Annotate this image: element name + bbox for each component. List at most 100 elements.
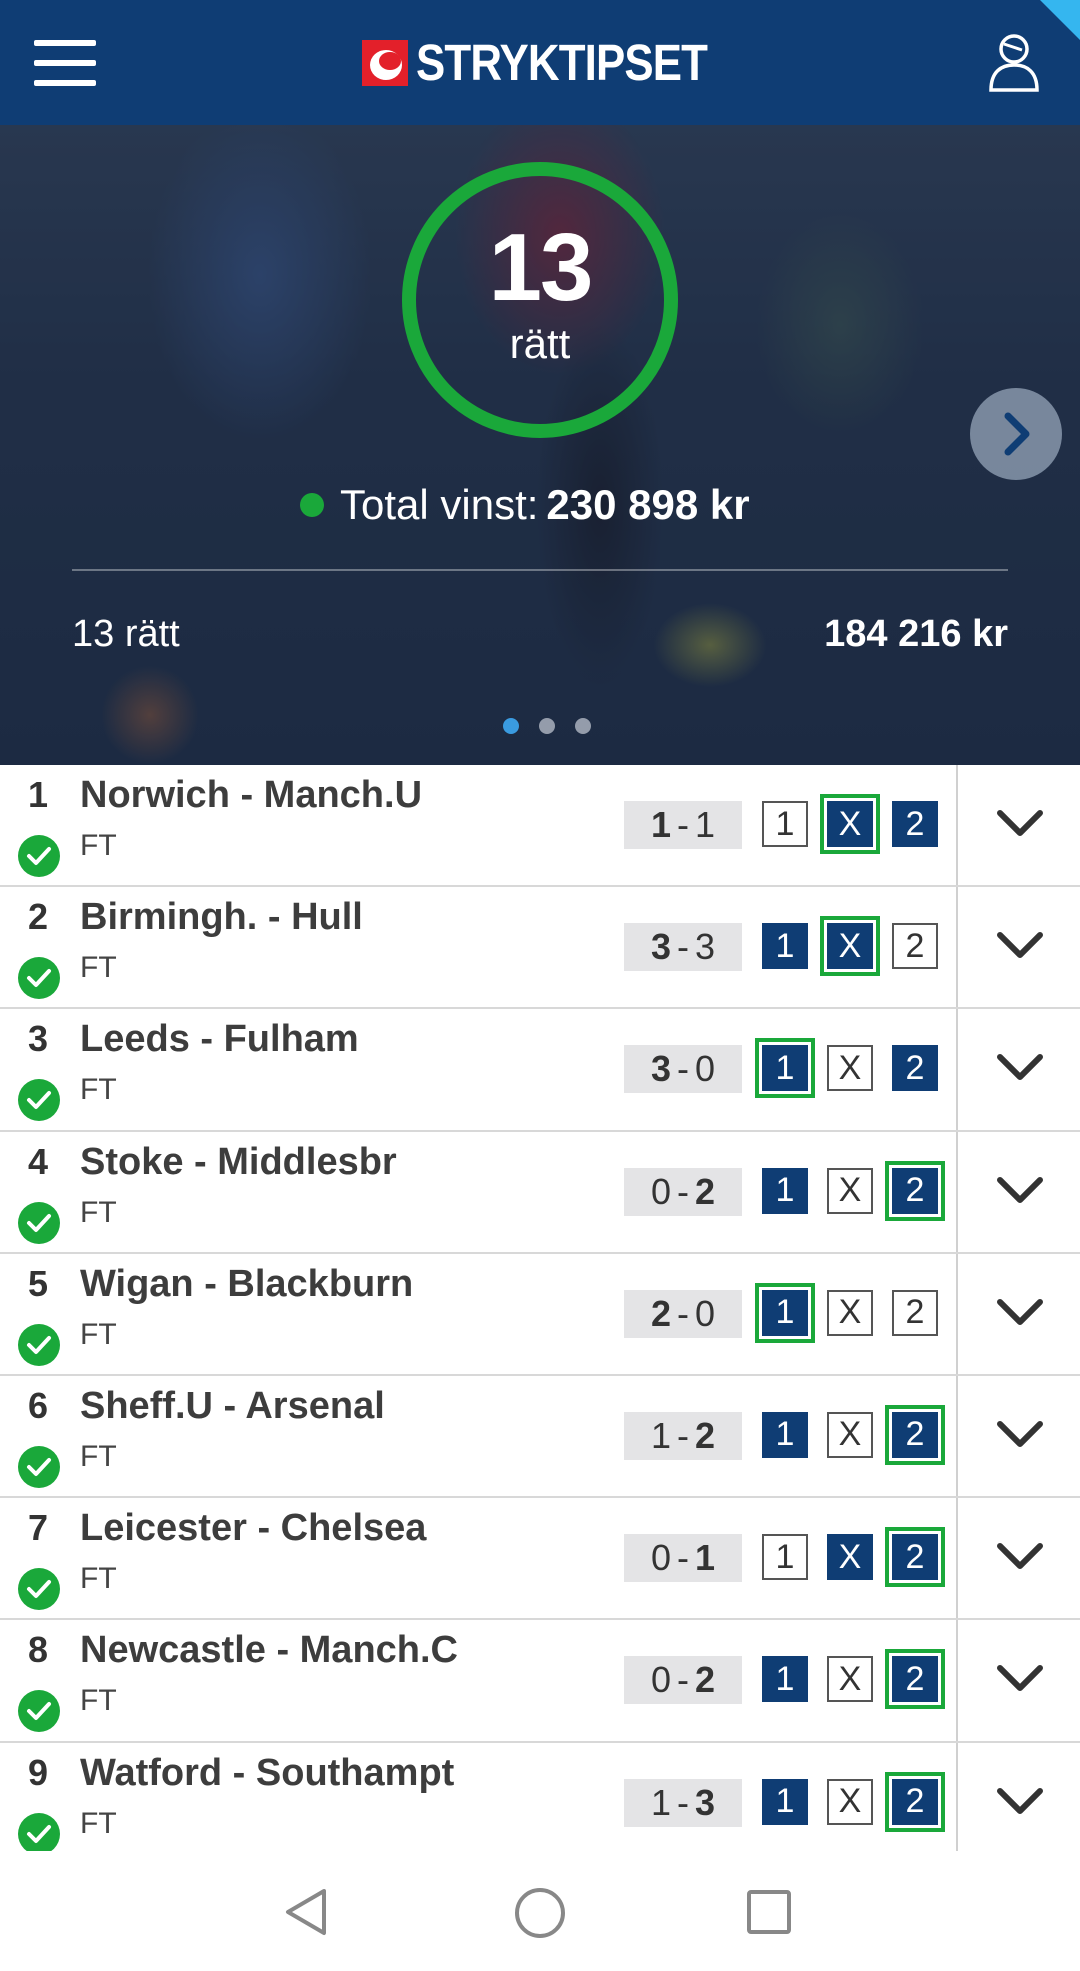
home-score: 1 (650, 1414, 671, 1456)
sign-1-box[interactable]: 1 (762, 1778, 808, 1825)
expand-button[interactable] (958, 1743, 1080, 1863)
status-dot-icon (300, 493, 324, 517)
carousel-indicator[interactable] (503, 718, 591, 734)
match-number: 4 (28, 1140, 49, 1182)
check-icon (18, 1323, 60, 1366)
away-score: 1 (695, 804, 716, 845)
sign-x-box[interactable]: X (827, 1534, 873, 1581)
back-triangle-icon[interactable] (282, 1887, 330, 1942)
match-status: FT (80, 1073, 117, 1107)
expand-button[interactable] (958, 1254, 1080, 1374)
expand-button[interactable] (958, 765, 1080, 885)
match-score: 1 - 3 (624, 1778, 742, 1827)
sign-2-box[interactable]: 2 (892, 801, 938, 847)
away-score: 3 (695, 1781, 716, 1823)
sign-x-box[interactable]: X (827, 1778, 873, 1825)
sign-1-box[interactable]: 1 (762, 1411, 808, 1458)
sign-2-box[interactable]: 2 (885, 1771, 945, 1832)
carousel-dot[interactable] (575, 718, 591, 734)
match-number: 1 (28, 774, 49, 815)
match-score: 0 - 1 (624, 1534, 742, 1583)
match-status: FT (80, 829, 117, 862)
chevron-down-icon (997, 1054, 1043, 1081)
sign-1-box[interactable]: 1 (762, 1167, 808, 1214)
sign-x-box[interactable]: X (827, 1045, 873, 1092)
user-profile-icon[interactable] (988, 32, 1040, 94)
sign-1-box[interactable]: 1 (755, 1038, 815, 1099)
total-winnings: Total vinst: 230 898 kr (300, 475, 750, 535)
sign-2-box[interactable]: 2 (892, 1045, 938, 1092)
match-row[interactable]: 8 Newcastle - Manch.C FT 0 - 2 1 X 2 (0, 1620, 1080, 1743)
sign-x-box[interactable]: X (820, 794, 880, 854)
match-row[interactable]: 6 Sheff.U - Arsenal FT 1 - 2 1 X 2 (0, 1375, 1080, 1499)
home-score: 1 (650, 1781, 671, 1823)
match-number: 5 (28, 1262, 49, 1304)
match-teams: Newcastle - Manch.C (80, 1629, 458, 1672)
sign-x-box[interactable]: X (827, 1411, 873, 1458)
sign-2-box[interactable]: 2 (892, 1289, 938, 1336)
home-score: 1 (650, 804, 671, 845)
expand-button[interactable] (958, 1376, 1080, 1496)
sign-1-box[interactable]: 1 (762, 1534, 808, 1581)
expand-button[interactable] (958, 1009, 1080, 1129)
svenska-spel-logo-icon (362, 40, 408, 86)
sign-x-box[interactable]: X (827, 1289, 873, 1336)
recents-square-icon[interactable] (746, 1889, 792, 1940)
home-score: 2 (650, 1292, 671, 1334)
sign-2-box[interactable]: 2 (892, 923, 938, 970)
match-score: 3 - 3 (624, 923, 742, 972)
stryktipset-logo[interactable]: STRYKTIPSET (362, 34, 754, 91)
logo-text: STRYKTIPSET (416, 34, 708, 91)
score-separator: - (677, 1170, 689, 1212)
match-row[interactable]: 5 Wigan - Blackburn FT 2 - 0 1 X 2 (0, 1253, 1080, 1376)
match-number: 2 (28, 896, 49, 938)
match-row[interactable]: 3 Leeds - Fulham FT 3 - 0 1 X 2 (0, 1009, 1080, 1132)
match-teams: Leicester - Chelsea (80, 1507, 427, 1550)
sign-1-box[interactable]: 1 (762, 801, 808, 847)
score-separator: - (677, 1292, 689, 1334)
match-score: 1 - 2 (624, 1411, 742, 1460)
home-circle-icon[interactable] (514, 1887, 566, 1944)
match-teams: Wigan - Blackburn (80, 1262, 414, 1305)
match-status: FT (80, 951, 117, 985)
carousel-dot[interactable] (503, 718, 519, 734)
match-status: FT (80, 1562, 117, 1596)
sign-x-box[interactable]: X (827, 1167, 873, 1214)
check-icon (18, 1079, 60, 1122)
sign-1-box[interactable]: 1 (762, 923, 808, 970)
hamburger-menu-icon[interactable] (34, 40, 96, 86)
match-row[interactable]: 2 Birmingh. - Hull FT 3 - 3 1 X 2 (0, 887, 1080, 1010)
match-row[interactable]: 7 Leicester - Chelsea FT 0 - 1 1 X 2 (0, 1498, 1080, 1621)
match-row[interactable]: 9 Watford - Southampt FT 1 - 3 1 X 2 (0, 1742, 1080, 1865)
expand-button[interactable] (958, 887, 1080, 1007)
match-row[interactable]: 1 Norwich - Manch.U FT 1 - 1 1 X 2 (0, 765, 1080, 888)
sign-x-box[interactable]: X (827, 1656, 873, 1703)
match-score: 1 - 1 (624, 801, 742, 849)
match-score: 3 - 0 (624, 1045, 742, 1094)
expand-button[interactable] (958, 1498, 1080, 1618)
sign-1-box[interactable]: 1 (755, 1282, 815, 1343)
correct-label: rätt (509, 320, 571, 367)
score-separator: - (677, 804, 689, 845)
away-score: 2 (695, 1170, 716, 1212)
away-score: 2 (695, 1414, 716, 1456)
chevron-down-icon (997, 1787, 1043, 1814)
match-teams: Stoke - Middlesbr (80, 1140, 397, 1183)
sign-2-box[interactable]: 2 (885, 1160, 945, 1221)
sign-1-box[interactable]: 1 (762, 1656, 808, 1703)
match-row[interactable]: 4 Stoke - Middlesbr FT 0 - 2 1 X 2 (0, 1131, 1080, 1254)
sign-x-box[interactable]: X (820, 916, 880, 977)
match-status: FT (80, 1806, 117, 1840)
carousel-next-button[interactable] (970, 388, 1062, 480)
check-icon (18, 1812, 60, 1855)
away-score: 0 (695, 1292, 716, 1334)
corner-flag (1040, 0, 1080, 40)
carousel-dot[interactable] (539, 718, 555, 734)
expand-button[interactable] (958, 1620, 1080, 1740)
away-score: 3 (695, 926, 716, 968)
sign-2-box[interactable]: 2 (885, 1527, 945, 1588)
expand-button[interactable] (958, 1132, 1080, 1252)
match-score: 0 - 2 (624, 1167, 742, 1216)
sign-2-box[interactable]: 2 (885, 1404, 945, 1465)
sign-2-box[interactable]: 2 (885, 1649, 945, 1710)
